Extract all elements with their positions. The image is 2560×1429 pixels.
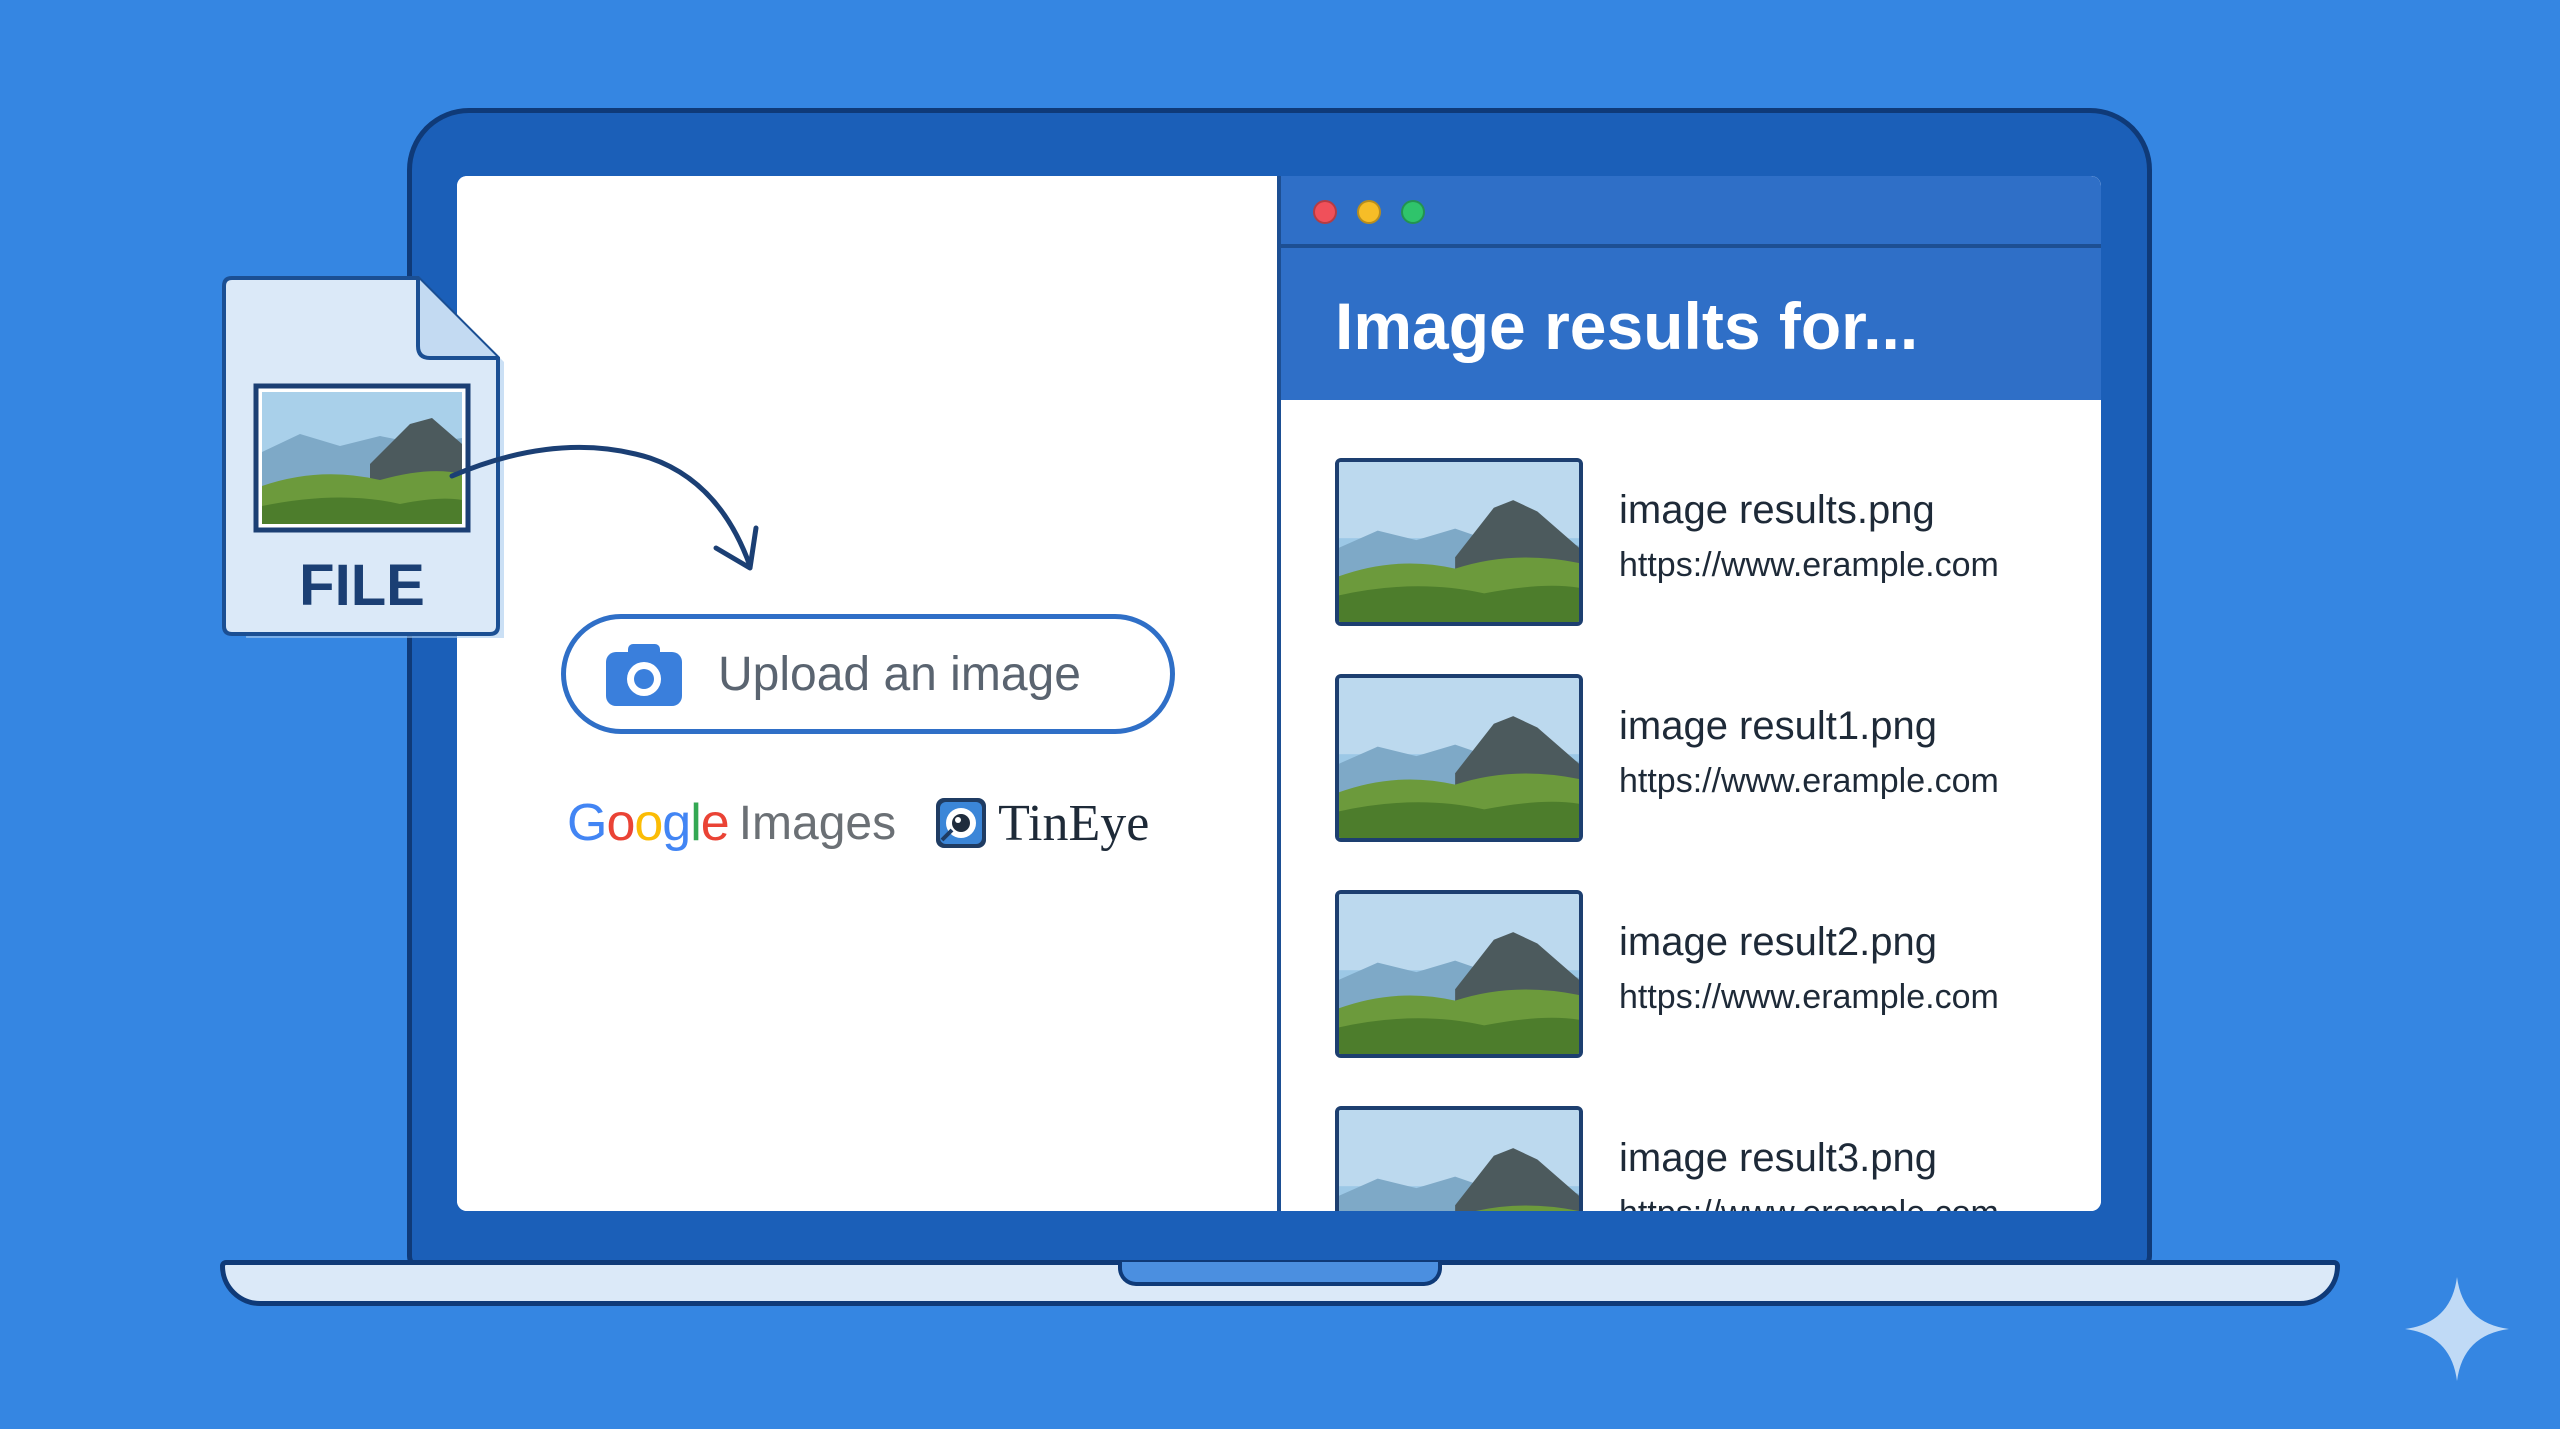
result-filename[interactable]: image result2.png bbox=[1619, 920, 1937, 965]
result-item[interactable]: image results.png https://www.erample.co… bbox=[1335, 458, 2055, 628]
browser-titlebar bbox=[1281, 176, 2101, 248]
browser-window: Image results for... image results.png h… bbox=[1281, 176, 2101, 1211]
result-url[interactable]: https://www.erample.com bbox=[1619, 1194, 1999, 1211]
landscape-thumbnail[interactable] bbox=[1335, 458, 1583, 626]
landscape-thumbnail[interactable] bbox=[1335, 674, 1583, 842]
upload-label: Upload an image bbox=[718, 647, 1081, 701]
landscape-thumbnail[interactable] bbox=[1335, 890, 1583, 1058]
google-logo[interactable]: Google bbox=[567, 793, 730, 853]
result-item[interactable]: image result3.png https://www.erample.co… bbox=[1335, 1106, 2055, 1211]
result-url[interactable]: https://www.erample.com bbox=[1619, 762, 1999, 801]
google-images-label[interactable]: Images bbox=[739, 796, 896, 851]
tineye-icon[interactable] bbox=[934, 796, 988, 850]
result-filename[interactable]: image result1.png bbox=[1619, 704, 1937, 749]
close-window-button[interactable] bbox=[1313, 200, 1337, 224]
laptop-screen: Upload an image Google Images TinEye Ima… bbox=[457, 176, 2101, 1211]
tineye-label[interactable]: TinEye bbox=[998, 794, 1149, 853]
maximize-window-button[interactable] bbox=[1401, 200, 1425, 224]
camera-icon bbox=[606, 644, 682, 706]
image-file-icon[interactable]: FILE bbox=[220, 274, 510, 644]
result-url[interactable]: https://www.erample.com bbox=[1619, 546, 1999, 585]
result-url[interactable]: https://www.erample.com bbox=[1619, 978, 1999, 1017]
sparkle-icon bbox=[2405, 1277, 2509, 1381]
landscape-thumbnail[interactable] bbox=[1335, 1106, 1583, 1211]
result-filename[interactable]: image result3.png bbox=[1619, 1136, 1937, 1181]
results-title: Image results for... bbox=[1335, 289, 1919, 363]
minimize-window-button[interactable] bbox=[1357, 200, 1381, 224]
result-item[interactable]: image result2.png https://www.erample.co… bbox=[1335, 890, 2055, 1060]
laptop-notch bbox=[1118, 1262, 1442, 1286]
upload-image-button[interactable]: Upload an image bbox=[561, 614, 1175, 734]
search-pane: Upload an image Google Images TinEye bbox=[457, 176, 1277, 1211]
result-item[interactable]: image result1.png https://www.erample.co… bbox=[1335, 674, 2055, 844]
result-filename[interactable]: image results.png bbox=[1619, 488, 1935, 533]
file-label: FILE bbox=[299, 553, 425, 618]
results-header: Image results for... bbox=[1281, 248, 2101, 400]
search-engines: Google Images TinEye bbox=[567, 788, 1207, 858]
